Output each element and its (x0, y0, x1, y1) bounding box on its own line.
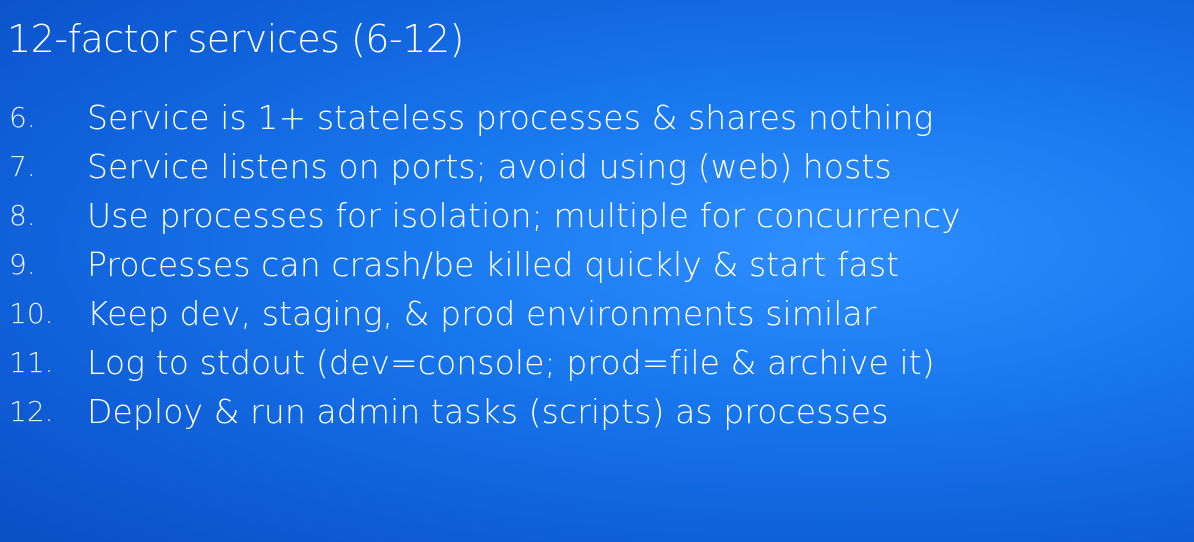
item-text: Keep dev, staging, & prod environments s… (87, 294, 877, 333)
item-number: 11. (9, 346, 54, 379)
item-text: Use processes for isolation; multiple fo… (87, 196, 961, 235)
item-text: Log to stdout (dev=console; prod=file & … (87, 343, 935, 382)
item-number: 6. (9, 101, 36, 134)
item-number: 12. (9, 395, 54, 428)
item-text: Deploy & run admin tasks (scripts) as pr… (87, 392, 889, 431)
slide-title: 12-factor services (6-12) (7, 17, 464, 61)
item-number: 10. (9, 297, 54, 330)
item-text: Service listens on ports; avoid using (w… (87, 147, 892, 186)
item-number: 8. (9, 199, 36, 232)
item-number: 7. (9, 150, 36, 183)
item-number: 9. (9, 248, 36, 281)
item-text: Service is 1+ stateless processes & shar… (87, 98, 934, 137)
item-text: Processes can crash/be killed quickly & … (87, 245, 900, 284)
slide: 12-factor services (6-12) 6. Service is … (0, 0, 1194, 542)
